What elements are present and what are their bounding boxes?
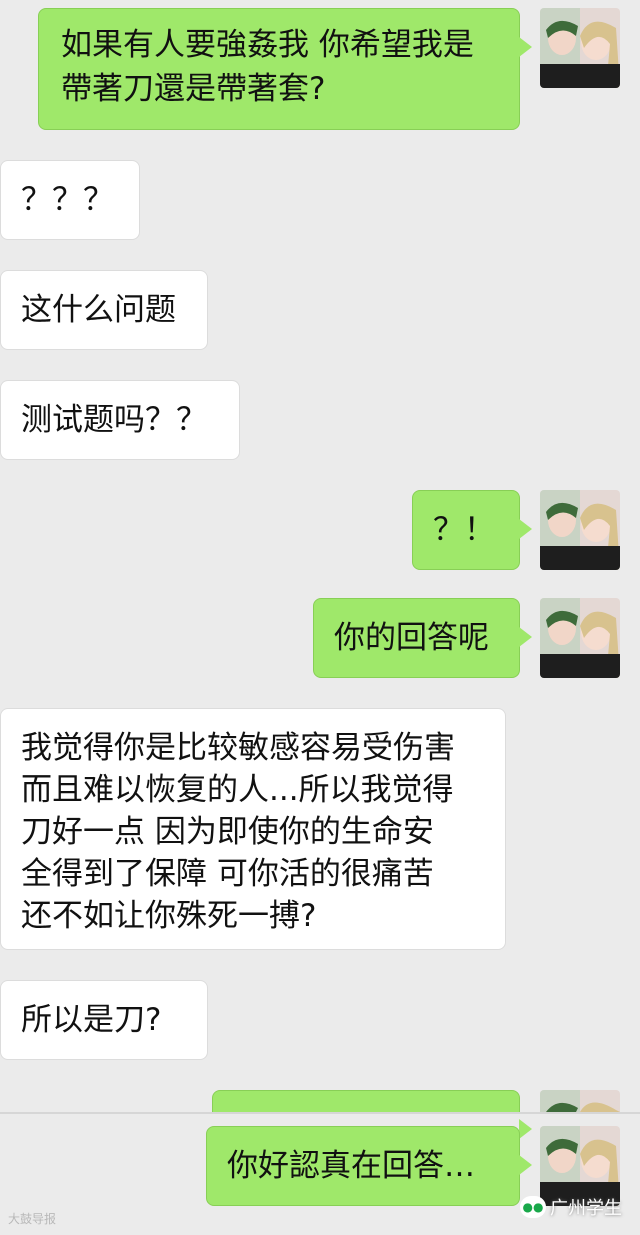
message-bubble-sent[interactable]: ？！ bbox=[412, 490, 532, 570]
message-bubble-received[interactable]: 所以是刀? bbox=[0, 980, 208, 1060]
watermark-text: 广州学生 bbox=[550, 1198, 622, 1219]
couple-avatar-icon bbox=[540, 598, 620, 678]
message-bubble-received[interactable]: ？？？ bbox=[0, 160, 140, 240]
message-text: ？？？ bbox=[21, 182, 114, 218]
message-bubble-sent[interactable]: 你的回答呢 bbox=[313, 598, 532, 678]
message-text: 你的回答呢 bbox=[334, 620, 489, 656]
message-text: 所以是刀? bbox=[21, 1002, 162, 1038]
message-bubble-received[interactable]: 这什么问题 bbox=[0, 270, 208, 350]
message-text: 我觉得你是比较敏感容易受伤害 而且难以恢复的人...所以我觉得 刀好一点 因为即… bbox=[21, 730, 455, 934]
avatar-partial bbox=[540, 1090, 620, 1112]
watermark-text: 大鼓导报 bbox=[8, 1212, 57, 1226]
message-text: 你好認真在回答… bbox=[227, 1148, 475, 1184]
couple-avatar-icon bbox=[540, 1090, 620, 1112]
avatar[interactable] bbox=[540, 490, 620, 570]
message-bubble-received[interactable]: 测试题吗？？ bbox=[0, 380, 240, 460]
message-bubble-sent-partial bbox=[212, 1090, 532, 1139]
wechat-account-icon: ●● bbox=[520, 1196, 546, 1218]
avatar[interactable] bbox=[540, 8, 620, 88]
message-text: 测试题吗？？ bbox=[21, 402, 207, 438]
watermark-right: ●● 广州学生 bbox=[520, 1194, 622, 1220]
message-bubble-received[interactable]: 我觉得你是比较敏感容易受伤害 而且难以恢复的人...所以我觉得 刀好一点 因为即… bbox=[0, 708, 506, 950]
screenshot-seam bbox=[0, 1112, 640, 1114]
couple-avatar-icon bbox=[540, 8, 620, 88]
avatar[interactable] bbox=[540, 598, 620, 678]
message-text: 这什么问题 bbox=[21, 292, 176, 328]
message-text: ？！ bbox=[433, 512, 495, 548]
message-bubble-sent[interactable]: 你好認真在回答… bbox=[206, 1126, 532, 1206]
watermark-left: 大鼓导报 bbox=[8, 1210, 56, 1227]
couple-avatar-icon bbox=[540, 490, 620, 570]
message-bubble-sent[interactable]: 如果有人要強姦我 你希望我是 帶著刀還是帶著套? bbox=[38, 8, 532, 130]
message-text: 如果有人要強姦我 你希望我是 帶著刀還是帶著套? bbox=[61, 27, 474, 107]
